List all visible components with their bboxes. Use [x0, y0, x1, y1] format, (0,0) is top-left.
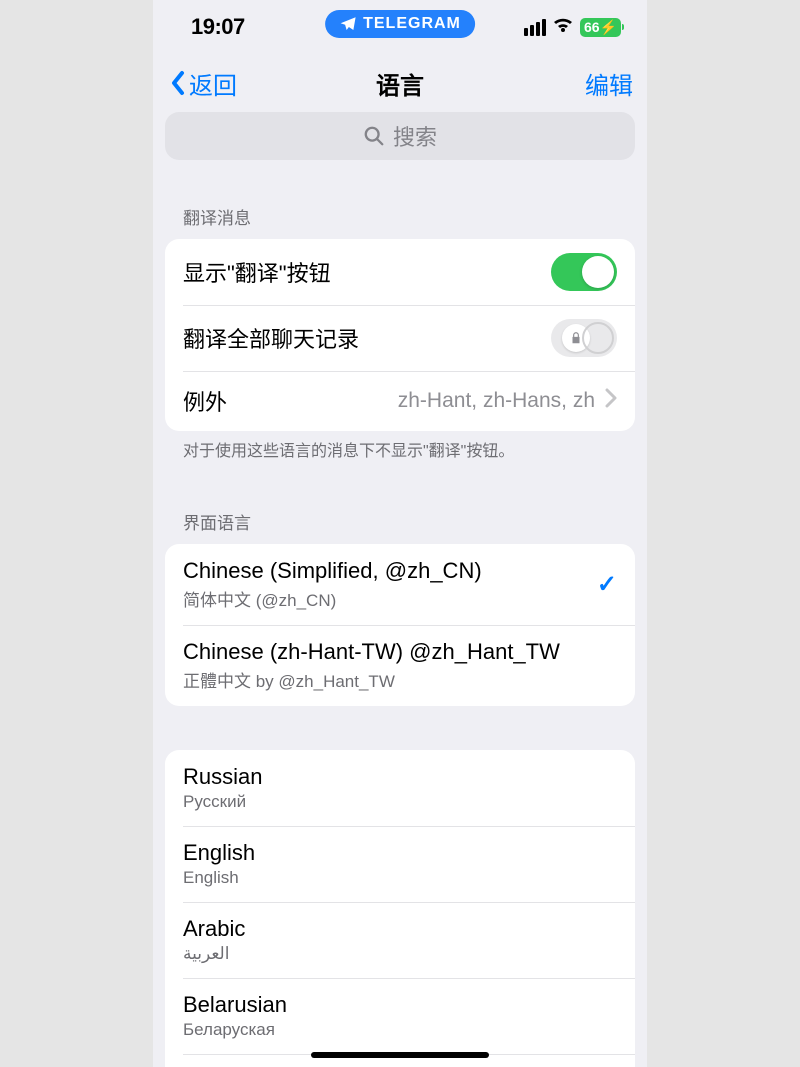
page-title: 语言: [376, 66, 424, 101]
row-exceptions[interactable]: 例外 zh-Hant, zh-Hans, zh: [165, 371, 635, 431]
toggle-show-translate[interactable]: [551, 253, 617, 291]
telegram-icon: [339, 15, 357, 33]
language-title: Arabic: [183, 916, 245, 942]
language-row[interactable]: Arabicالعربية: [165, 902, 635, 978]
row-label: 显示"翻译"按钮: [183, 256, 331, 288]
language-sub: 正體中文 by @zh_Hant_TW: [183, 667, 560, 692]
battery-indicator: 66⚡: [580, 18, 621, 37]
language-title: Chinese (Simplified, @zh_CN): [183, 558, 482, 584]
row-label: 翻译全部聊天记录: [183, 322, 359, 354]
home-indicator[interactable]: [311, 1052, 489, 1058]
language-sub: Беларуская: [183, 1020, 287, 1040]
search-input[interactable]: 搜索: [165, 112, 635, 160]
language-title: Belarusian: [183, 992, 287, 1018]
language-row[interactable]: BelarusianБеларуская: [165, 978, 635, 1054]
section-header-translate: 翻译消息: [153, 170, 647, 239]
chevron-right-icon: [605, 388, 617, 414]
chevron-left-icon: [167, 69, 189, 97]
check-icon: ✓: [597, 570, 617, 599]
group-available-languages: RussianРусскийEnglishEnglishArabicالعربي…: [165, 750, 635, 1067]
cellular-icon: [524, 19, 546, 36]
exceptions-value: zh-Hant, zh-Hans, zh: [398, 389, 595, 413]
language-title: English: [183, 840, 255, 866]
status-pill-telegram[interactable]: TELEGRAM: [325, 10, 475, 38]
nav-bar: 返回 语言 编辑: [153, 54, 647, 112]
status-right: 66⚡: [524, 15, 621, 39]
group-installed-languages: Chinese (Simplified, @zh_CN)简体中文 (@zh_CN…: [165, 544, 635, 706]
row-label: 例外: [183, 385, 227, 417]
edit-button[interactable]: 编辑: [585, 66, 633, 101]
language-sub: 简体中文 (@zh_CN): [183, 586, 482, 611]
status-time: 19:07: [191, 14, 245, 40]
section-footer-translate: 对于使用这些语言的消息下不显示"翻译"按钮。: [153, 431, 647, 463]
language-sub: Русский: [183, 792, 262, 812]
phone-frame: 19:07 TELEGRAM 66⚡ 返回 语言 编辑 搜索 翻译消息 显示"翻…: [153, 0, 647, 1067]
language-title: Chinese (zh-Hant-TW) @zh_Hant_TW: [183, 639, 560, 665]
language-sub: English: [183, 868, 255, 888]
back-label: 返回: [189, 66, 237, 101]
back-button[interactable]: 返回: [167, 66, 237, 101]
language-row[interactable]: EnglishEnglish: [165, 826, 635, 902]
status-bar: 19:07 TELEGRAM 66⚡: [153, 0, 647, 54]
status-pill-label: TELEGRAM: [363, 15, 461, 33]
section-header-ui-lang: 界面语言: [153, 463, 647, 544]
row-translate-all[interactable]: 翻译全部聊天记录: [165, 305, 635, 371]
search-placeholder: 搜索: [393, 120, 437, 152]
language-row[interactable]: Chinese (zh-Hant-TW) @zh_Hant_TW正體中文 by …: [165, 625, 635, 706]
language-title: Russian: [183, 764, 262, 790]
language-sub: العربية: [183, 944, 245, 964]
language-row[interactable]: Chinese (Simplified, @zh_CN)简体中文 (@zh_CN…: [165, 544, 635, 625]
group-translate: 显示"翻译"按钮 翻译全部聊天记录 例外 zh-Hant, zh-Hans, z…: [165, 239, 635, 431]
toggle-translate-all-locked[interactable]: [551, 319, 617, 357]
row-show-translate-button[interactable]: 显示"翻译"按钮: [165, 239, 635, 305]
language-row[interactable]: RussianРусский: [165, 750, 635, 826]
wifi-icon: [552, 15, 574, 39]
search-icon: [363, 125, 385, 147]
